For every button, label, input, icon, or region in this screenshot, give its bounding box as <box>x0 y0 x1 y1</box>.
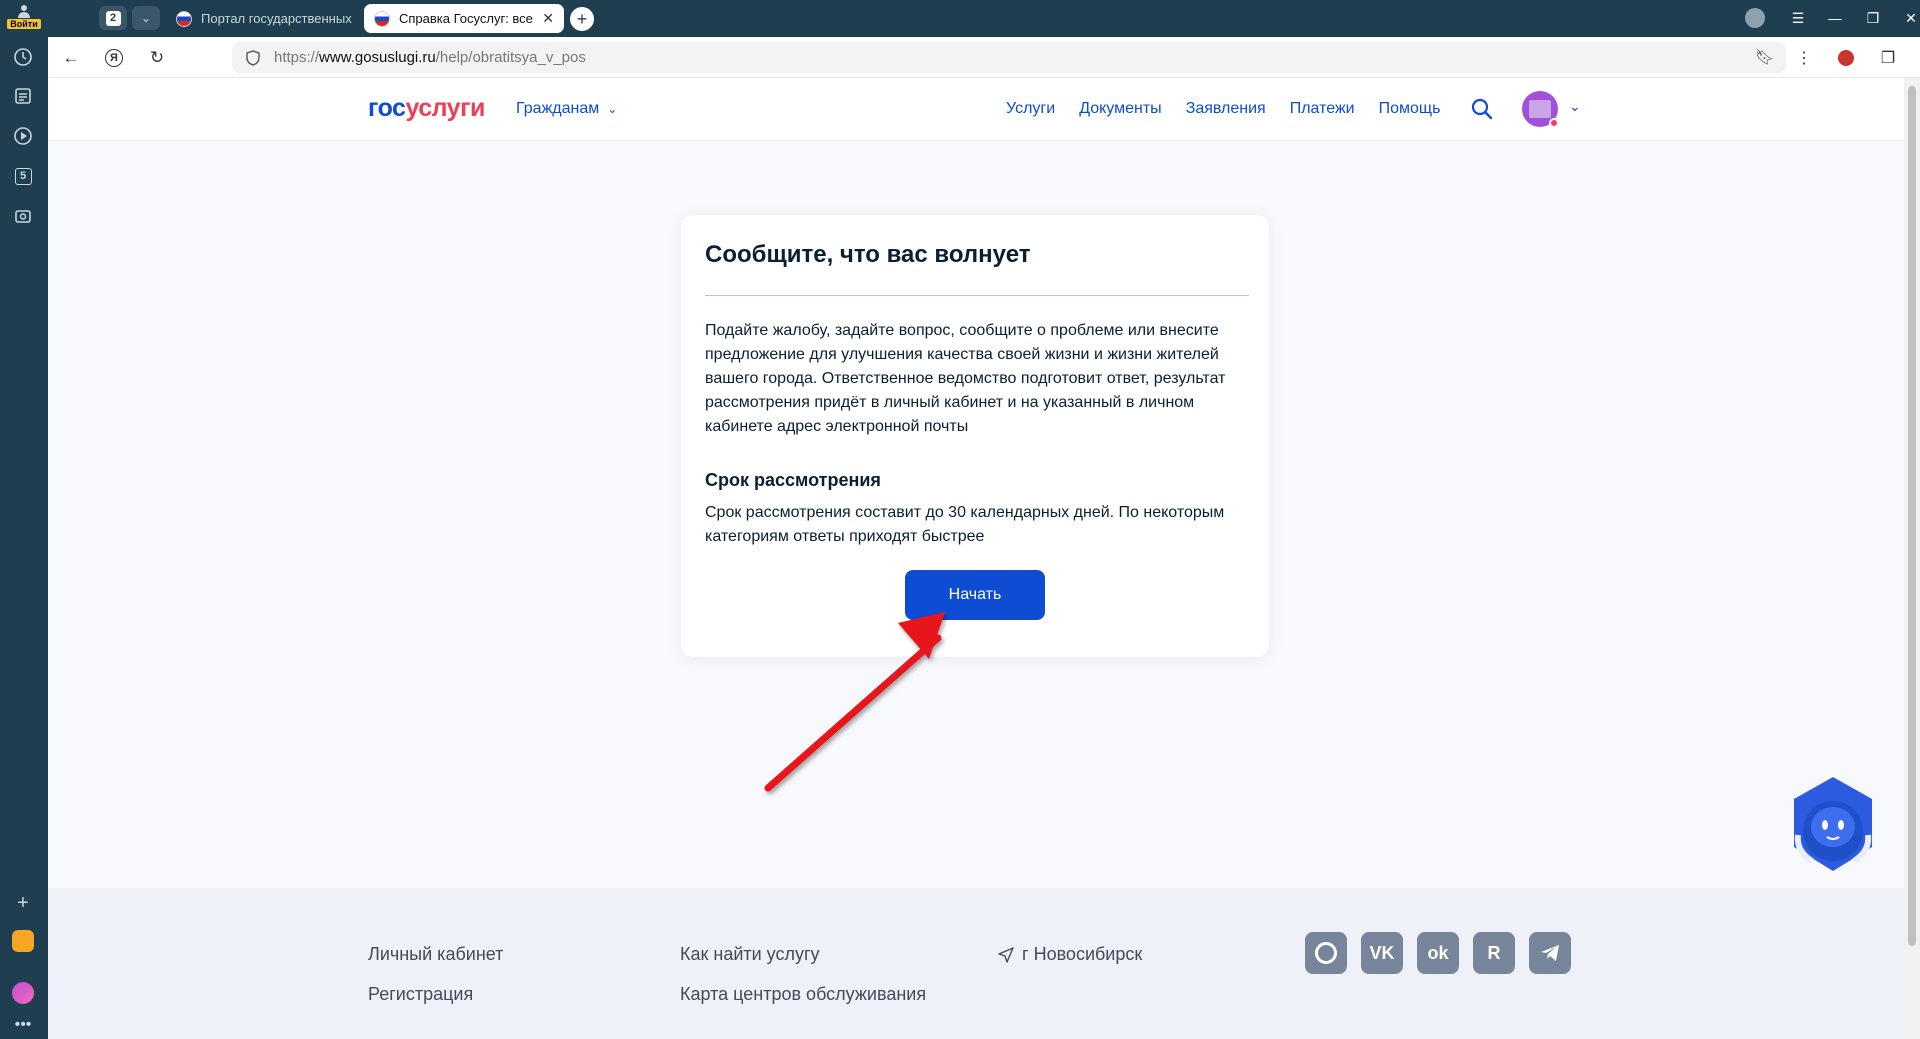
url-scheme: https:// <box>274 49 320 66</box>
audience-dropdown[interactable]: Гражданам ⌄ <box>516 100 617 118</box>
nav-documents[interactable]: Документы <box>1079 100 1161 118</box>
screenshot-icon[interactable] <box>10 203 36 229</box>
more-icon[interactable]: ••• <box>10 1012 36 1038</box>
card-description: Подайте жалобу, задайте вопрос, сообщите… <box>705 322 1226 435</box>
nav-help[interactable]: Помощь <box>1379 100 1441 118</box>
russia-flag-icon <box>176 10 192 27</box>
new-tab-button[interactable]: + <box>570 7 594 31</box>
profile-icon[interactable] <box>1742 6 1768 30</box>
city-label: г Новосибирск <box>1022 944 1143 964</box>
review-period-description: Срок рассмотрения составит до 30 календа… <box>705 504 1225 545</box>
footer-link-account[interactable]: Личный кабинет <box>368 944 503 965</box>
max-messenger-icon[interactable] <box>1305 932 1347 974</box>
chevron-down-icon[interactable]: ⌄ <box>1569 98 1581 115</box>
tab-gosuslugi-portal[interactable]: Портал государственных <box>166 4 358 33</box>
search-icon[interactable] <box>1470 97 1494 121</box>
tab-title: Справка Госуслуг: все <box>399 11 533 26</box>
shield-icon <box>246 49 260 66</box>
start-button[interactable]: Начать <box>905 570 1045 620</box>
chevron-down-icon: ⌄ <box>607 102 618 116</box>
feedback-card: Сообщите, что вас волнует Подайте жалобу… <box>681 215 1269 657</box>
site-header: госуслуги Гражданам ⌄ Услуги Документы З… <box>48 78 1904 141</box>
yandex-icon[interactable]: Я <box>101 45 127 71</box>
menu-icon[interactable]: ☰ <box>1785 6 1811 30</box>
page: госуслуги Гражданам ⌄ Услуги Документы З… <box>48 78 1904 1039</box>
browser-tabbar: 2 ⌄ Портал государственных Справка Госус… <box>48 0 1920 37</box>
avatar-image <box>1529 100 1551 118</box>
location-selector[interactable]: г Новосибирск <box>998 944 1142 965</box>
odnoklassniki-icon[interactable]: ok <box>1417 932 1459 974</box>
footer-link-find-service[interactable]: Как найти услугу <box>680 944 820 965</box>
url-path: /help/obratitsya_v_pos <box>435 49 586 66</box>
login-button[interactable]: Войти <box>6 4 42 34</box>
logo-part-1: гос <box>368 94 406 122</box>
browser-sidebar: Войти 5 + ••• <box>0 0 48 1039</box>
tab-count: 2 <box>105 10 121 26</box>
telegram-icon[interactable] <box>1529 932 1571 974</box>
back-icon[interactable]: ← <box>58 45 84 71</box>
close-icon[interactable]: ✕ <box>542 10 554 27</box>
avatar[interactable] <box>1522 91 1559 128</box>
minimize-icon[interactable]: — <box>1822 6 1848 30</box>
audience-label: Гражданам <box>516 100 600 117</box>
nav-applications[interactable]: Заявления <box>1186 100 1266 118</box>
nav-payments[interactable]: Платежи <box>1290 100 1355 118</box>
download-icon[interactable]: ⤓ <box>1914 44 1920 72</box>
site-footer: Личный кабинет Регистрация Как найти усл… <box>48 888 1904 1039</box>
gosuslugi-logo[interactable]: госуслуги <box>368 94 485 123</box>
mail-app-icon[interactable] <box>10 928 36 954</box>
badge-five-label: 5 <box>14 167 32 185</box>
reload-icon[interactable]: ↻ <box>144 45 170 71</box>
person-icon <box>18 5 30 18</box>
nav-services[interactable]: Услуги <box>1006 100 1055 118</box>
window-close-icon[interactable]: ✕ <box>1898 6 1920 30</box>
page-scrollbar[interactable] <box>1904 78 1920 1039</box>
card-title: Сообщите, что вас волнует <box>705 241 1031 268</box>
news-icon[interactable] <box>10 83 36 109</box>
assistant-robot-icon[interactable] <box>1788 775 1878 873</box>
history-icon[interactable] <box>10 44 36 70</box>
extension-icon[interactable] <box>1832 44 1860 72</box>
vk-icon[interactable]: VK <box>1361 932 1403 974</box>
tab-counter[interactable]: 2 <box>99 6 127 30</box>
main-nav: Услуги Документы Заявления Платежи Помощ… <box>1006 100 1440 118</box>
footer-link-registration[interactable]: Регистрация <box>368 984 473 1005</box>
url-field[interactable]: https://www.gosuslugi.ru/help/obratitsya… <box>232 42 1786 73</box>
video-icon[interactable] <box>10 123 36 149</box>
logo-part-2: услуги <box>405 94 485 122</box>
tab-gosuslugi-help[interactable]: Справка Госуслуг: все ✕ <box>364 4 564 33</box>
scrollbar-thumb[interactable] <box>1908 86 1916 946</box>
chevron-down-icon[interactable]: ⌄ <box>132 6 160 30</box>
footer-link-service-centers[interactable]: Карта центров обслуживания <box>680 984 926 1005</box>
notification-dot <box>1549 118 1559 128</box>
url-host: www.gosuslugi.ru <box>319 49 436 66</box>
location-arrow-icon <box>998 946 1014 963</box>
bookmark-icon[interactable]: 🔖︎ <box>1755 48 1774 66</box>
collections-icon[interactable]: ❐ <box>1874 44 1902 72</box>
russia-flag-icon <box>374 10 390 27</box>
tab-title: Портал государственных <box>201 11 352 26</box>
login-label: Войти <box>7 19 41 29</box>
add-panel-icon[interactable]: + <box>10 890 36 916</box>
address-bar-row: ← Я ↻ https://www.gosuslugi.ru/help/obra… <box>48 37 1920 78</box>
more-vertical-icon[interactable]: ⋮ <box>1790 44 1818 72</box>
badge-five-icon[interactable]: 5 <box>10 163 36 189</box>
restore-icon[interactable]: ❐ <box>1860 6 1886 30</box>
rutube-icon[interactable]: R <box>1473 932 1515 974</box>
review-period-title: Срок рассмотрения <box>705 470 881 490</box>
alice-icon[interactable] <box>10 980 36 1006</box>
divider <box>705 295 1249 296</box>
